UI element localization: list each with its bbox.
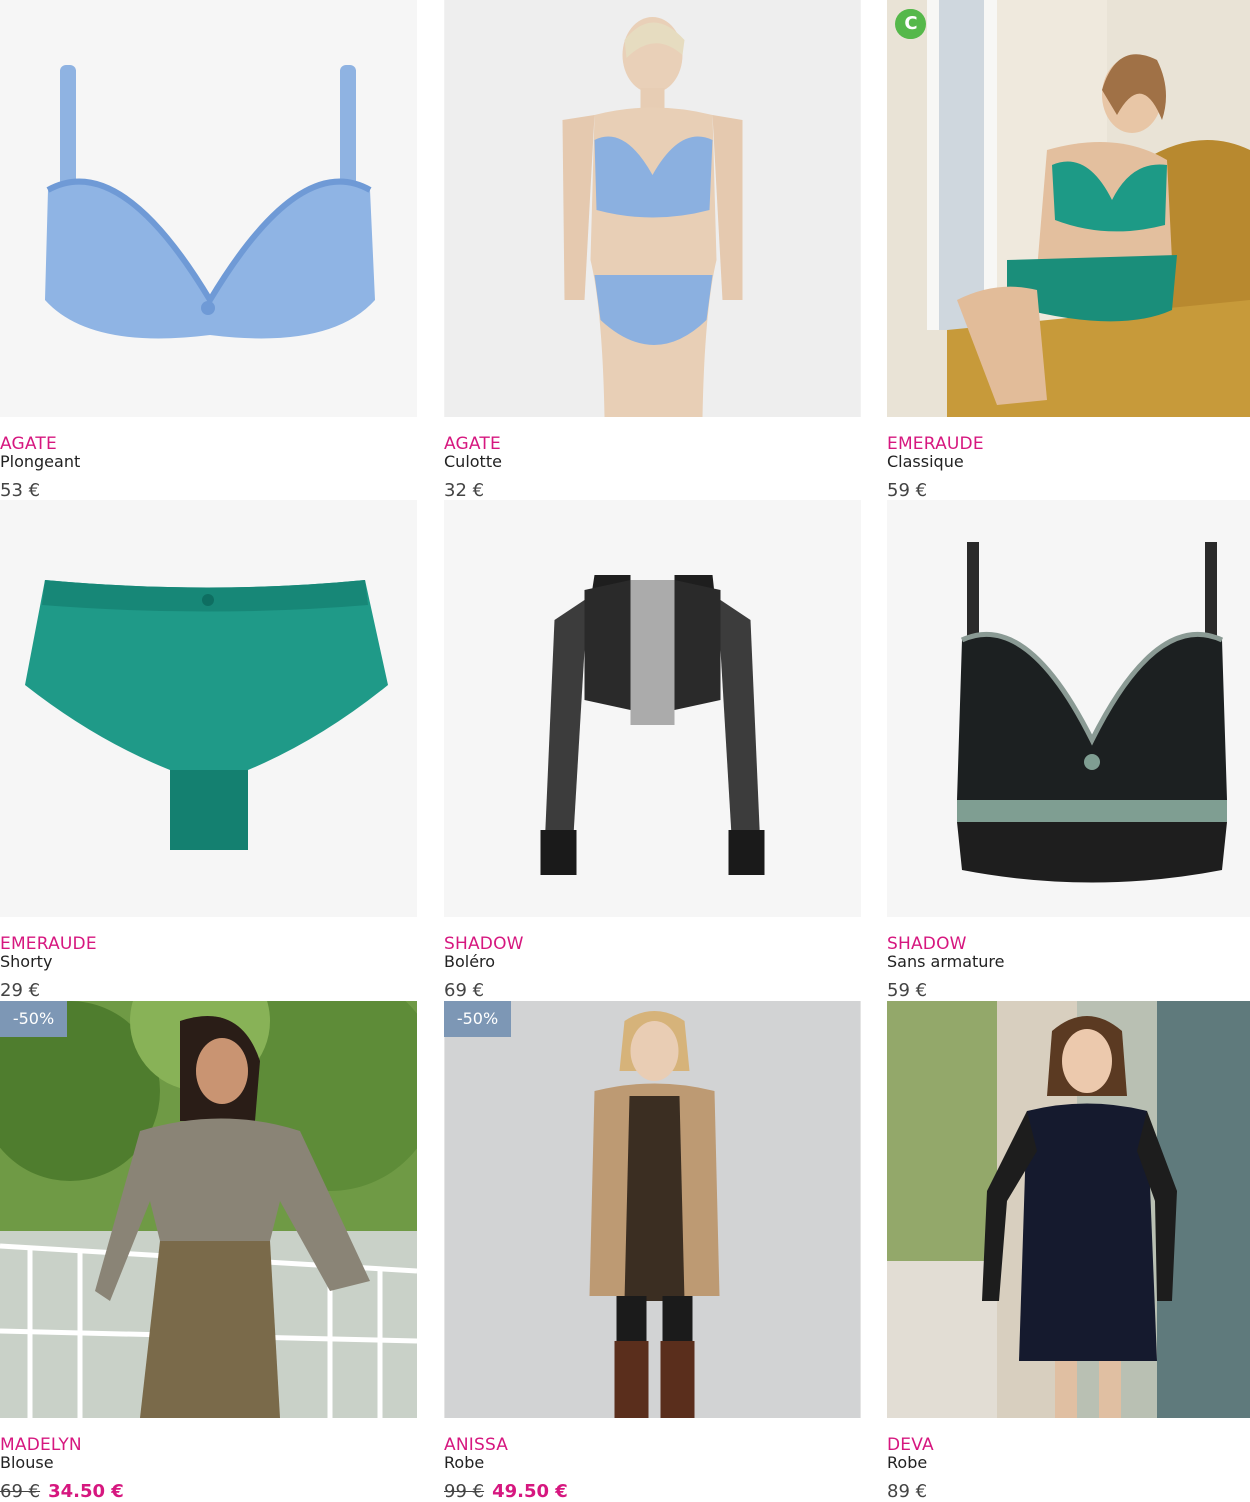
product-image-bra-blue[interactable] — [0, 0, 417, 417]
brand-logo-badge: C — [896, 9, 926, 39]
product-model[interactable]: Sans armature — [887, 952, 1005, 971]
discount-badge: -50% — [444, 1001, 511, 1037]
product-brand[interactable]: ANISSA — [444, 1435, 508, 1455]
sale-price: 34.50 € — [48, 1481, 124, 1502]
sale-price: 49.50 € — [492, 1481, 568, 1502]
product-card[interactable]: AGATE Culotte 32 € — [444, 0, 861, 501]
product-price: 29 € — [0, 980, 41, 1001]
product-brand[interactable]: MADELYN — [0, 1435, 82, 1455]
product-card[interactable]: -50% MADELYN Blouse 69 € 34.50 € — [0, 1001, 417, 1502]
product-brand[interactable]: EMERAUDE — [0, 934, 97, 954]
original-price: 99 € — [444, 1481, 485, 1502]
product-image-model-black-dress[interactable] — [887, 1001, 1250, 1418]
product-card[interactable]: EMERAUDE Shorty 29 € — [0, 500, 417, 1001]
product-model[interactable]: Classique — [887, 452, 964, 471]
product-model[interactable]: Shorty — [0, 952, 52, 971]
product-price: 59 € — [887, 980, 928, 1001]
product-brand[interactable]: SHADOW — [887, 934, 967, 954]
product-price: 89 € — [887, 1481, 928, 1502]
product-image-model-blue-set[interactable] — [444, 0, 861, 417]
product-price: 53 € — [0, 480, 41, 501]
product-card[interactable]: C EMERAUDE Classique 59 € — [887, 0, 1250, 501]
product-price: 69 € — [444, 980, 485, 1001]
product-model[interactable]: Robe — [887, 1453, 927, 1472]
discount-badge: -50% — [0, 1001, 67, 1037]
product-model[interactable]: Boléro — [444, 952, 495, 971]
product-image-bolero-black[interactable] — [444, 500, 861, 917]
product-model[interactable]: Plongeant — [0, 452, 80, 471]
product-card[interactable]: -50% ANISSA Robe 99 € 49.50 € — [444, 1001, 861, 1502]
product-image-model-blouse[interactable]: -50% — [0, 1001, 417, 1418]
product-brand[interactable]: EMERAUDE — [887, 434, 984, 454]
product-price: 59 € — [887, 480, 928, 501]
product-model[interactable]: Blouse — [0, 1453, 54, 1472]
product-model[interactable]: Robe — [444, 1453, 484, 1472]
product-price: 69 € 34.50 € — [0, 1481, 124, 1502]
product-brand[interactable]: AGATE — [444, 434, 501, 454]
product-brand[interactable]: SHADOW — [444, 934, 524, 954]
product-image-shorty-green[interactable] — [0, 500, 417, 917]
product-price: 99 € 49.50 € — [444, 1481, 568, 1502]
product-image-model-green-set[interactable]: C — [887, 0, 1250, 417]
product-image-model-dress-cardigan[interactable]: -50% — [444, 1001, 861, 1418]
product-card[interactable]: SHADOW Sans armature 59 € — [887, 500, 1250, 1001]
product-brand[interactable]: AGATE — [0, 434, 57, 454]
original-price: 69 € — [0, 1481, 41, 1502]
product-model[interactable]: Culotte — [444, 452, 502, 471]
product-card[interactable]: DEVA Robe 89 € — [887, 1001, 1250, 1502]
product-card[interactable]: SHADOW Boléro 69 € — [444, 500, 861, 1001]
product-image-bralette-black[interactable] — [887, 500, 1250, 917]
product-brand[interactable]: DEVA — [887, 1435, 934, 1455]
product-price: 32 € — [444, 480, 485, 501]
product-card[interactable]: AGATE Plongeant 53 € — [0, 0, 417, 501]
